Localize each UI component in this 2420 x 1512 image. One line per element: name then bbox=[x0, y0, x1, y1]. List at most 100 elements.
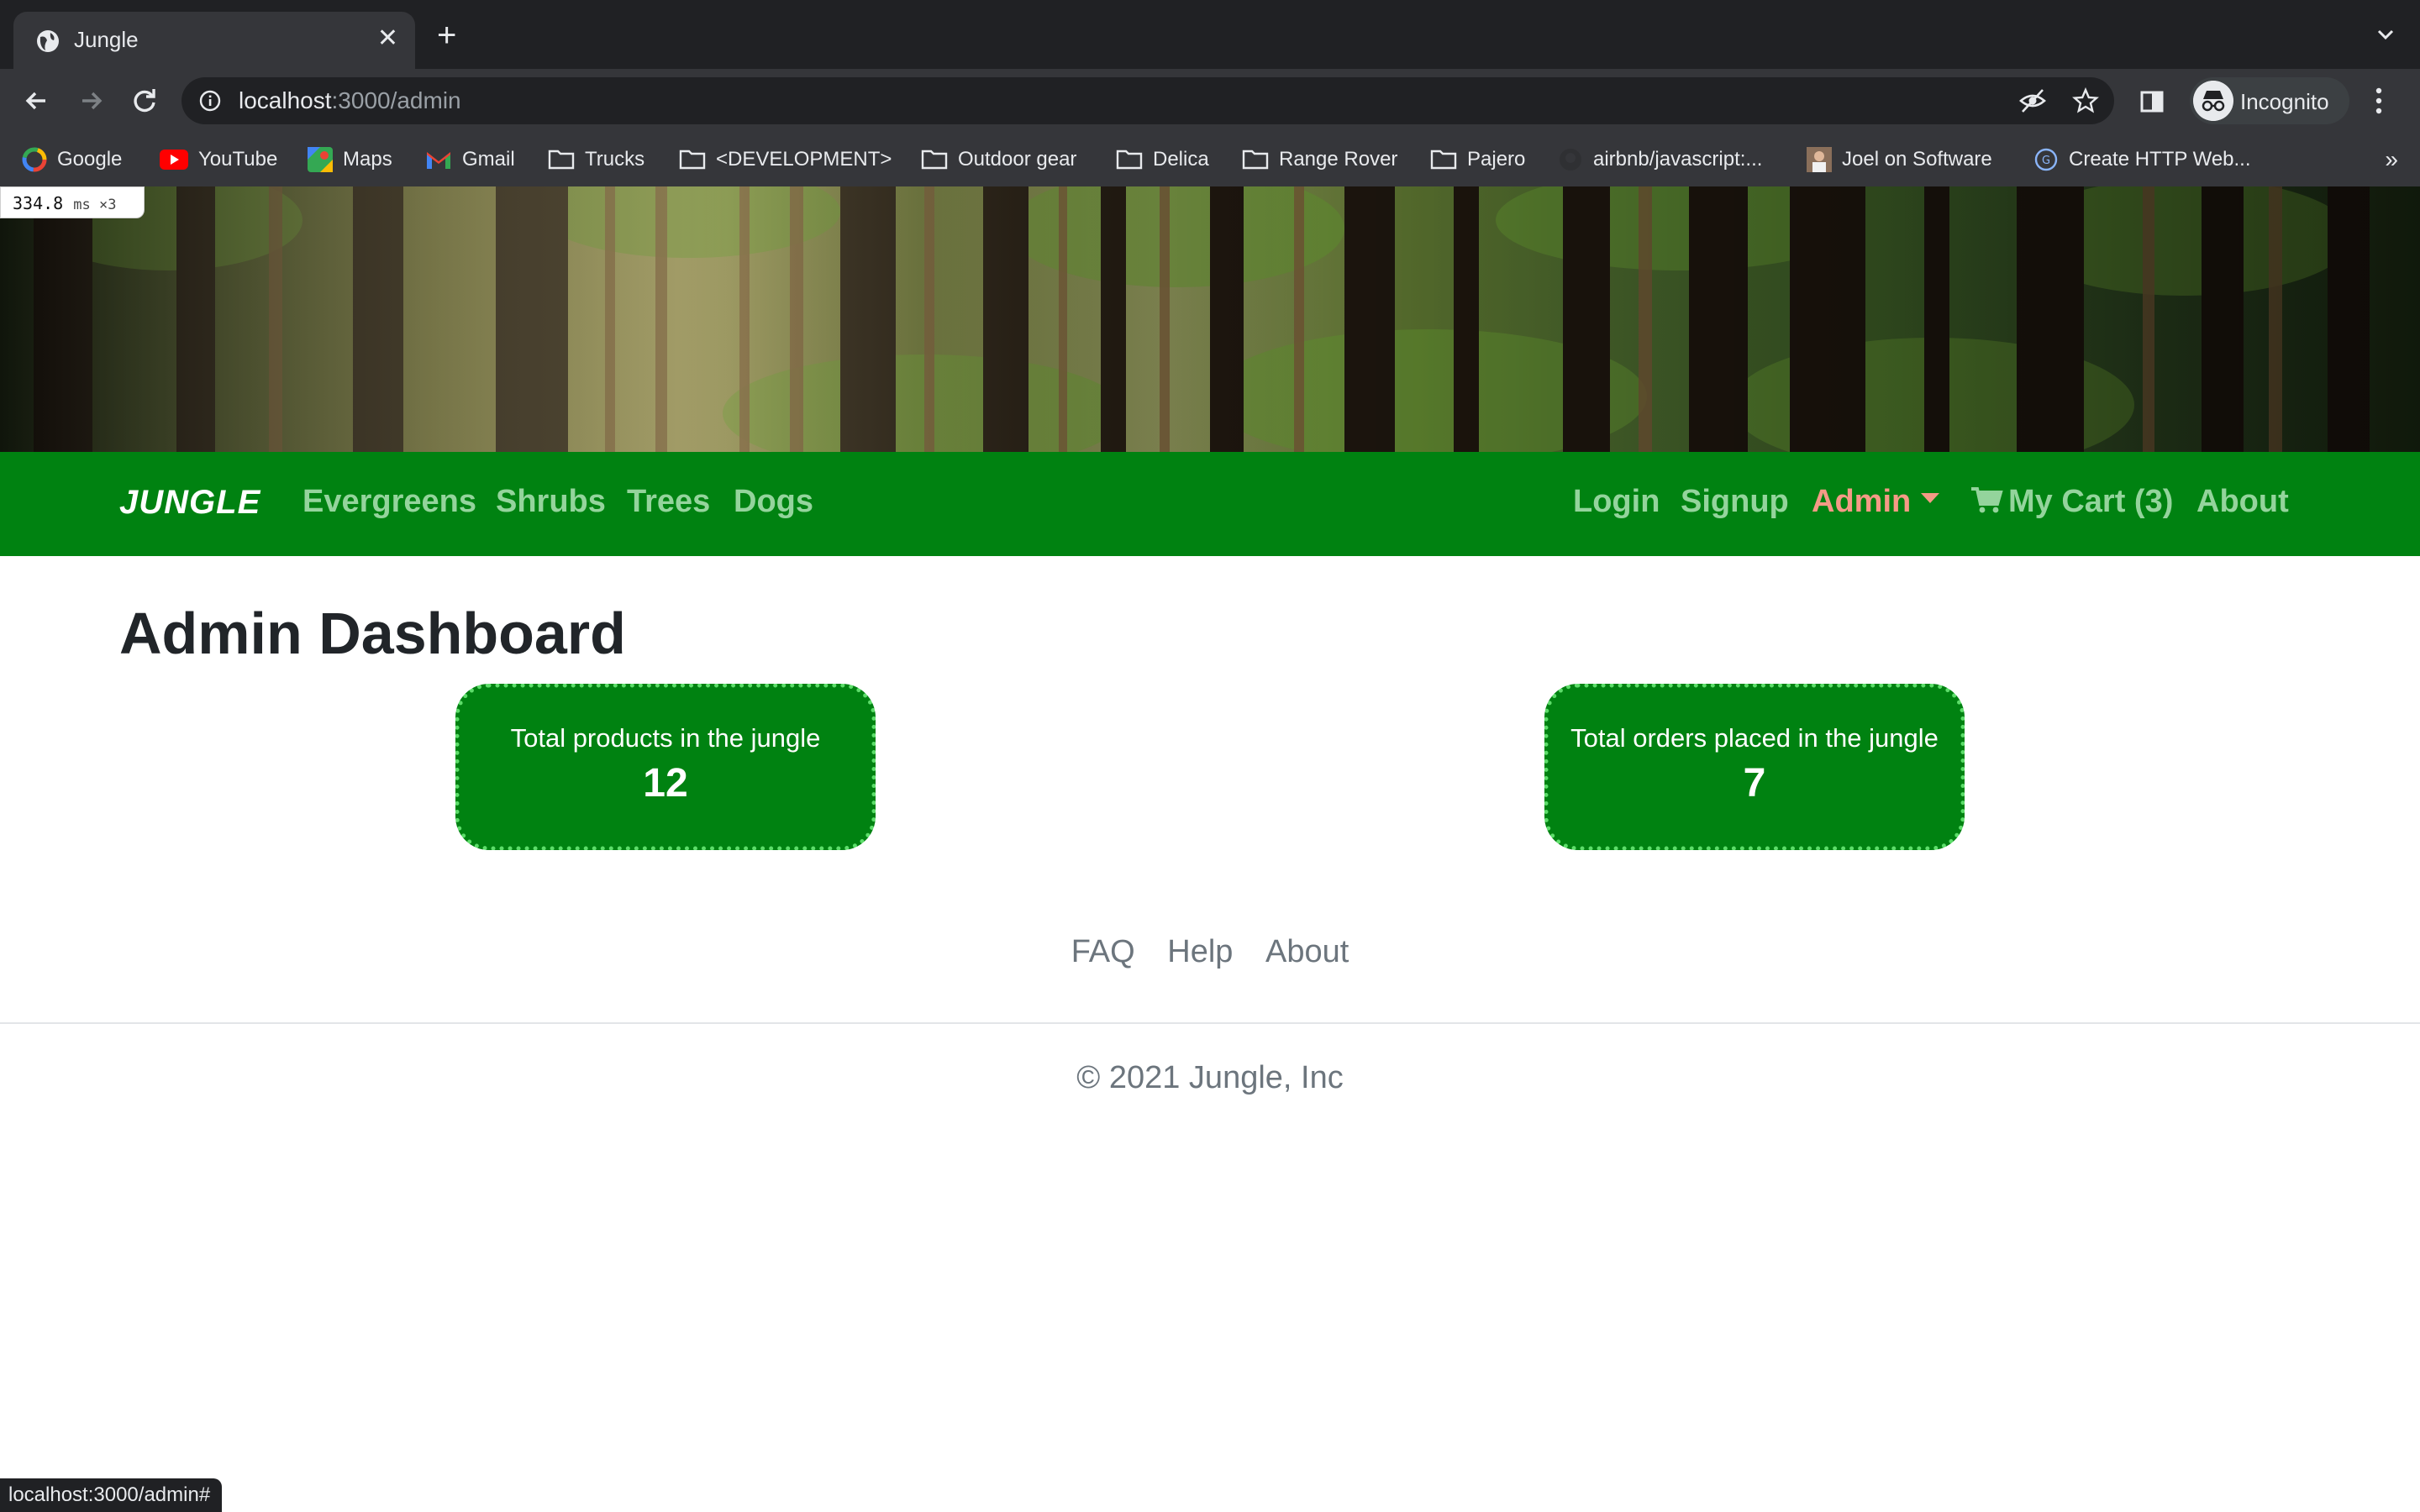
globe-icon bbox=[37, 30, 59, 52]
stat-label: Total orders placed in the jungle bbox=[1570, 723, 1939, 753]
new-tab-icon[interactable]: + bbox=[437, 18, 456, 52]
folder-icon bbox=[1242, 150, 1269, 170]
stat-label: Total products in the jungle bbox=[510, 723, 821, 753]
web-service-icon: G bbox=[2034, 148, 2058, 171]
joel-avatar-icon bbox=[1807, 147, 1832, 172]
bookmark-label: Create HTTP Web... bbox=[2069, 148, 2251, 171]
folder-icon bbox=[1116, 150, 1143, 170]
folder-icon bbox=[1430, 150, 1457, 170]
nav-signup[interactable]: Signup bbox=[1681, 484, 1789, 520]
page-title: Admin Dashboard bbox=[119, 601, 626, 666]
address-bar[interactable]: localhost:3000/admin bbox=[182, 77, 2114, 124]
youtube-icon bbox=[160, 150, 188, 170]
caret-down-icon bbox=[1921, 492, 1940, 503]
more-menu-icon[interactable] bbox=[2375, 86, 2383, 116]
google-icon bbox=[22, 147, 47, 172]
eye-off-icon[interactable] bbox=[2018, 87, 2047, 114]
stat-value: 12 bbox=[643, 761, 688, 806]
url-host: localhost bbox=[239, 87, 332, 113]
url-text: localhost:3000/admin bbox=[239, 87, 461, 114]
bookmark-folder-outdoor-gear[interactable]: Outdoor gear bbox=[921, 144, 1076, 175]
github-icon bbox=[1560, 149, 1581, 171]
nav-cart[interactable]: My Cart (3) bbox=[1970, 484, 2173, 520]
nav-about[interactable]: About bbox=[2196, 484, 2289, 520]
close-tab-icon[interactable]: ✕ bbox=[377, 24, 398, 53]
bookmark-google[interactable]: Google bbox=[22, 144, 122, 175]
bookmark-star-icon[interactable] bbox=[2072, 87, 2099, 114]
link-status-bubble: localhost:3000/admin# bbox=[0, 1478, 223, 1512]
footer-faq-link[interactable]: FAQ bbox=[1071, 934, 1135, 969]
folder-icon bbox=[679, 150, 706, 170]
bookmark-label: YouTube bbox=[198, 148, 278, 171]
url-path: :3000/admin bbox=[331, 87, 461, 113]
forest-illustration bbox=[0, 186, 2420, 452]
gmail-icon bbox=[427, 152, 450, 169]
nav-admin-dropdown[interactable]: Admin bbox=[1812, 484, 1940, 520]
bookmark-label: <DEVELOPMENT> bbox=[716, 148, 892, 171]
bookmark-label: Delica bbox=[1153, 148, 1209, 171]
site-navbar: JUNGLE Evergreens Shrubs Trees Dogs Logi… bbox=[0, 452, 2420, 556]
shopping-cart-icon bbox=[1971, 487, 2003, 513]
svg-text:G: G bbox=[2042, 155, 2050, 167]
bookmark-maps[interactable]: Maps bbox=[308, 144, 392, 175]
incognito-icon bbox=[2193, 81, 2233, 121]
footer-links: FAQ Help About bbox=[0, 934, 2420, 970]
forest-banner-image bbox=[0, 186, 2420, 452]
bookmarks-bar: Google YouTube Maps Gmail Trucks <DEVELO… bbox=[0, 133, 2420, 186]
forward-arrow-icon[interactable] bbox=[74, 84, 108, 118]
perf-value: 334.8 bbox=[13, 193, 64, 213]
perf-unit: ms ×3 bbox=[73, 197, 117, 213]
footer-about-link[interactable]: About bbox=[1265, 934, 1349, 969]
footer-copyright: © 2021 Jungle, Inc bbox=[1076, 1060, 1344, 1095]
bookmark-label: Outdoor gear bbox=[958, 148, 1077, 171]
bookmark-create-http-web[interactable]: G Create HTTP Web... bbox=[2033, 144, 2251, 175]
bookmark-folder-delica[interactable]: Delica bbox=[1116, 144, 1209, 175]
folder-icon bbox=[548, 150, 575, 170]
bookmark-label: Trucks bbox=[585, 148, 645, 171]
nav-trees[interactable]: Trees bbox=[627, 484, 710, 520]
tab-search-chevron-icon[interactable] bbox=[2375, 24, 2396, 45]
bookmark-label: Joel on Software bbox=[1842, 148, 1992, 171]
stat-card-products: Total products in the jungle 12 bbox=[455, 684, 876, 850]
brand-logo[interactable]: JUNGLE bbox=[119, 484, 260, 522]
nav-login[interactable]: Login bbox=[1573, 484, 1660, 520]
profile-label: Incognito bbox=[2240, 89, 2329, 114]
bookmark-airbnb-javascript[interactable]: airbnb/javascript:... bbox=[1558, 144, 1762, 175]
nav-dogs[interactable]: Dogs bbox=[734, 484, 813, 520]
browser-chrome: Jungle ✕ + localhost:3000/admin Incognit… bbox=[0, 0, 2420, 186]
browser-tab[interactable]: Jungle ✕ bbox=[13, 12, 415, 69]
bookmark-label: Maps bbox=[343, 148, 392, 171]
folder-icon bbox=[921, 150, 948, 170]
bookmark-folder-pajero[interactable]: Pajero bbox=[1430, 144, 1525, 175]
site-info-icon[interactable] bbox=[198, 89, 222, 113]
bookmark-label: Pajero bbox=[1467, 148, 1526, 171]
incognito-profile-button[interactable]: Incognito bbox=[2190, 77, 2349, 124]
maps-icon bbox=[308, 147, 333, 172]
footer-divider bbox=[0, 1022, 2420, 1024]
nav-evergreens[interactable]: Evergreens bbox=[302, 484, 476, 520]
bookmark-youtube[interactable]: YouTube bbox=[160, 144, 277, 175]
performance-overlay: 334.8 ms ×3 bbox=[0, 186, 145, 218]
nav-shrubs[interactable]: Shrubs bbox=[496, 484, 606, 520]
side-panel-icon[interactable] bbox=[2139, 89, 2165, 114]
nav-admin-label: Admin bbox=[1812, 484, 1912, 519]
bookmark-label: airbnb/javascript:... bbox=[1593, 148, 1763, 171]
tab-strip: Jungle ✕ + bbox=[0, 0, 2420, 69]
browser-toolbar: localhost:3000/admin Incognito bbox=[0, 69, 2420, 133]
stat-value: 7 bbox=[1743, 761, 1766, 806]
bookmark-label: Range Rover bbox=[1279, 148, 1398, 171]
nav-cart-label: My Cart (3) bbox=[2008, 484, 2174, 519]
bookmark-folder-development[interactable]: <DEVELOPMENT> bbox=[679, 144, 892, 175]
bookmark-joel-on-software[interactable]: Joel on Software bbox=[1807, 144, 1992, 175]
bookmark-gmail[interactable]: Gmail bbox=[425, 144, 515, 175]
bookmark-folder-range-rover[interactable]: Range Rover bbox=[1242, 144, 1397, 175]
bookmark-label: Gmail bbox=[462, 148, 515, 171]
bookmark-folder-trucks[interactable]: Trucks bbox=[548, 144, 644, 175]
footer-help-link[interactable]: Help bbox=[1167, 934, 1233, 969]
bookmarks-overflow-icon[interactable]: » bbox=[2385, 146, 2398, 173]
bookmark-label: Google bbox=[57, 148, 123, 171]
tab-title: Jungle bbox=[74, 27, 139, 52]
reload-icon[interactable] bbox=[128, 84, 161, 118]
back-arrow-icon[interactable] bbox=[20, 84, 54, 118]
stat-card-orders: Total orders placed in the jungle 7 bbox=[1544, 684, 1965, 850]
